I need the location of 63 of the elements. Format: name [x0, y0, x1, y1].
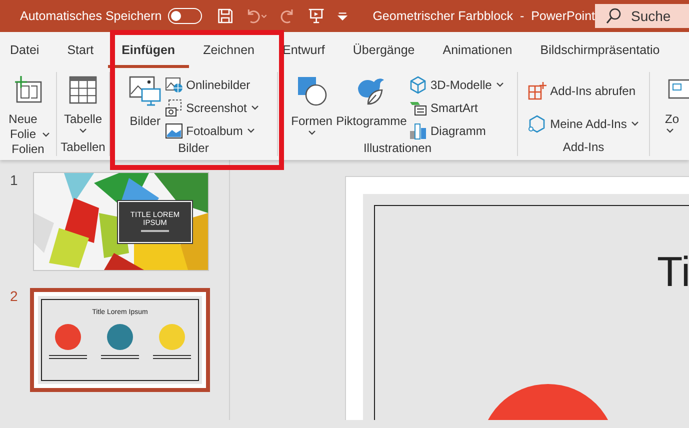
slide-title: Ti	[657, 247, 689, 297]
online-pictures-icon	[165, 76, 184, 94]
ribbon-button[interactable]: Neue Folie	[1, 72, 55, 142]
button-label: SmartArt	[430, 100, 478, 114]
autosave-toggle[interactable]	[168, 8, 202, 24]
presentation-icon[interactable]	[307, 6, 326, 26]
ribbon-button[interactable]: Formen	[290, 72, 334, 137]
pictures-icon	[128, 74, 162, 108]
button-label: Zo	[665, 112, 680, 127]
subtitle-line	[141, 230, 169, 232]
button-label: Meine Add-Ins	[550, 116, 627, 130]
group-label: Folien	[12, 142, 44, 158]
photo-album-icon	[165, 122, 184, 140]
button-label: Bilder	[130, 114, 160, 129]
autosave-label: Automatisches Speichern	[20, 9, 162, 23]
add-ins-store-icon	[527, 80, 548, 100]
button-label: Neue Folie	[8, 112, 38, 142]
slide-number: 2	[9, 288, 19, 304]
ribbon-tab[interactable]: Entwurf	[268, 32, 339, 68]
ribbon-button[interactable]: Fotoalbum	[165, 120, 260, 141]
ribbon-button[interactable]: Add-Ins abrufen	[527, 80, 640, 101]
group-label: Bilder	[178, 141, 209, 157]
ribbon-button[interactable]: Meine Add-Ins	[527, 113, 640, 134]
button-label: Onlinebilder	[186, 78, 250, 92]
text-lines	[49, 355, 87, 359]
ribbon-button[interactable]: Screenshot	[165, 97, 260, 118]
group-label: Illustrationen	[363, 141, 432, 157]
button-label: Piktogramme	[336, 114, 407, 129]
hexagon-icon	[527, 114, 548, 134]
button-label: Diagramm	[430, 124, 486, 138]
save-icon[interactable]	[216, 6, 234, 26]
ribbon-tab[interactable]: Einfügen	[108, 32, 190, 68]
ribbon-tab[interactable]: Datei	[10, 32, 54, 68]
text-lines	[153, 355, 191, 359]
button-label: Screenshot	[186, 100, 247, 114]
button-label: Fotoalbum	[186, 124, 243, 138]
button-label: Tabelle	[64, 112, 102, 127]
ribbon-button[interactable]: SmartArt	[409, 97, 505, 118]
ribbon-tab[interactable]: Start	[53, 32, 108, 68]
ribbon-button[interactable]: Zo	[664, 72, 689, 135]
ribbon-tab[interactable]: Zeichnen	[189, 32, 268, 68]
text-lines	[101, 355, 139, 359]
ribbon-tab[interactable]: Übergänge	[338, 32, 429, 68]
ribbon-button[interactable]: Onlinebilder	[165, 74, 260, 95]
camera-icon	[165, 98, 184, 116]
group-label: Tabellen	[60, 140, 106, 156]
cube-icon	[409, 76, 428, 94]
ribbon-tab[interactable]: Bildschirmpräsentatio	[526, 32, 674, 68]
ribbon-button[interactable]: Bilder	[127, 72, 164, 129]
window-title: Geometrischer Farbblock - PowerPoint	[372, 9, 596, 23]
button-label: Add-Ins abrufen	[550, 84, 636, 98]
ribbon-button[interactable]: Piktogramme	[335, 72, 408, 129]
ribbon-tab[interactable]: Animationen	[428, 32, 526, 68]
ribbon-button[interactable]: 3D-Modelle	[409, 74, 505, 95]
search-field[interactable]: Suche	[595, 4, 689, 28]
button-label: 3D-Modelle	[430, 78, 492, 92]
ribbon-button[interactable]: Diagramm	[409, 120, 505, 141]
ribbon-button[interactable]: Tabelle	[62, 72, 104, 135]
group-label: Add-Ins	[562, 140, 604, 156]
button-label: Formen	[291, 114, 332, 129]
table-icon	[67, 74, 99, 106]
slide-number: 1	[9, 172, 19, 188]
bar-chart-icon	[409, 122, 428, 140]
